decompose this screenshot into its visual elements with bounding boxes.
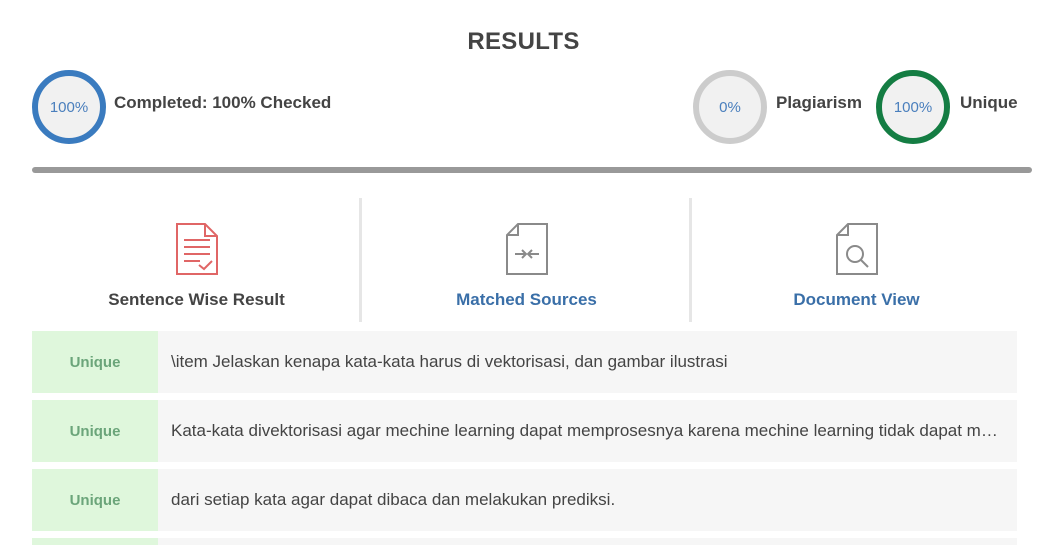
unique-value: 100% — [893, 98, 933, 116]
result-row[interactable]: Unique dari setiap kata agar dapat dibac… — [32, 469, 1017, 531]
document-check-icon — [175, 223, 218, 275]
completion-value: 100% — [49, 98, 89, 116]
plagiarism-label: Plagiarism — [776, 93, 862, 112]
unique-ring: 100% — [876, 70, 950, 144]
tab-document-view[interactable]: Document View — [692, 198, 1021, 322]
tab-label-matched-sources: Matched Sources — [456, 290, 597, 309]
status-badge: Unique — [32, 331, 158, 393]
tab-label-sentence-wise: Sentence Wise Result — [108, 290, 285, 309]
tab-label-document-view: Document View — [793, 290, 920, 309]
result-row[interactable]: Unique \item Jelaskan kenapa kata-kata h… — [32, 331, 1017, 393]
sentence-text: dari setiap kata agar dapat dibaca dan m… — [171, 490, 616, 509]
status-badge: Unique — [32, 469, 158, 531]
result-row-partial[interactable] — [32, 538, 1017, 545]
tab-sentence-wise-result[interactable]: Sentence Wise Result — [32, 198, 361, 322]
plagiarism-value: 0% — [719, 98, 741, 116]
status-badge — [32, 538, 158, 545]
unique-label: Unique — [960, 93, 1018, 112]
sentence-text: \item Jelaskan kenapa kata-kata harus di… — [171, 352, 728, 371]
completion-label: Completed: 100% Checked — [114, 93, 332, 112]
tab-matched-sources[interactable]: Matched Sources — [362, 198, 691, 322]
plagiarism-ring: 0% — [693, 70, 767, 144]
results-title: RESULTS — [467, 28, 580, 55]
document-compare-icon — [505, 223, 548, 275]
document-search-icon — [835, 223, 878, 275]
result-row[interactable]: Unique Kata-kata divektorisasi agar mech… — [32, 400, 1017, 462]
progress-divider — [32, 167, 1032, 173]
completion-ring: 100% — [32, 70, 106, 144]
status-badge: Unique — [32, 400, 158, 462]
sentence-text: Kata-kata divektorisasi agar mechine lea… — [171, 421, 1006, 440]
